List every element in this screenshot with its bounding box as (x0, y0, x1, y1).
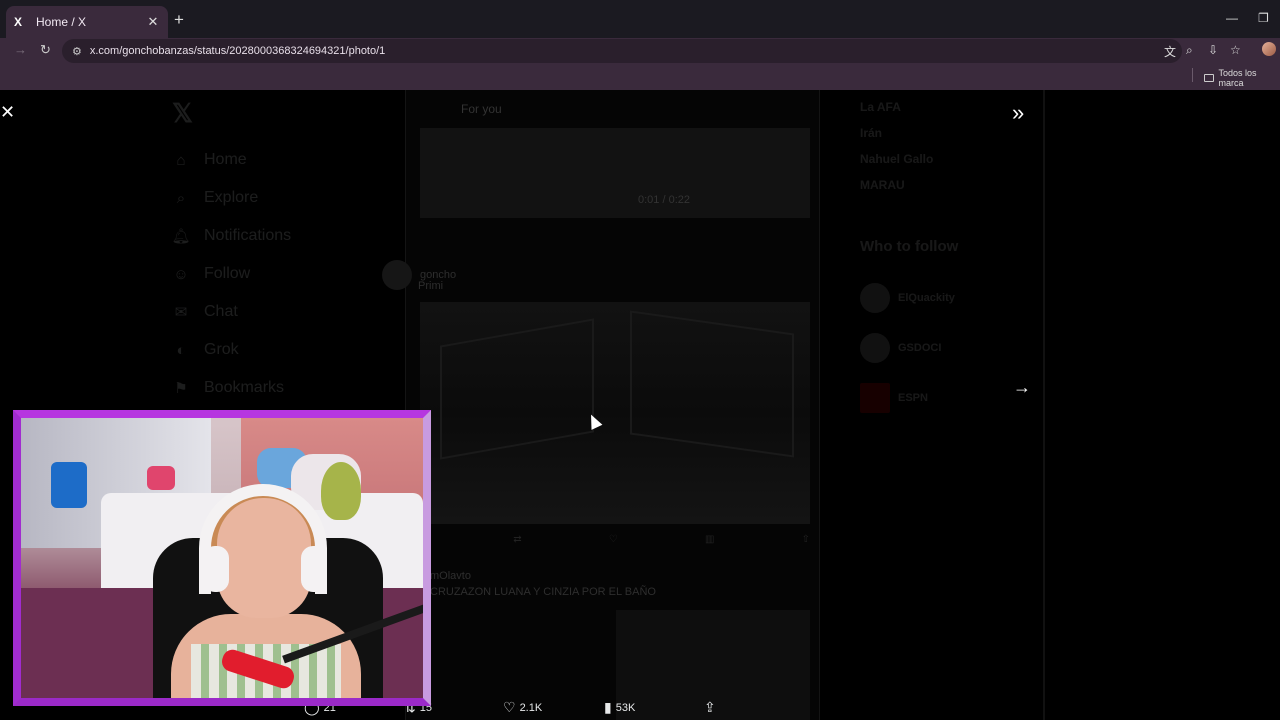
translate-icon[interactable]: 文 (1164, 43, 1176, 60)
folder-icon (1204, 74, 1215, 82)
url-text: x.com/gonchobanzas/status/20280003683246… (89, 45, 386, 57)
heart-icon: ♡ (503, 699, 516, 715)
trend-name: Irán (860, 126, 883, 140)
nav-label: Notifications (204, 227, 292, 244)
like-count: 2.1K (519, 701, 543, 714)
browser-tab-strip: X Home / X ✕ + — ❐ (0, 0, 1280, 38)
avatar[interactable] (382, 260, 412, 290)
repost-icon[interactable]: ⇄ (513, 534, 521, 545)
bar-chart-icon: ▮ (604, 699, 612, 715)
zoom-icon[interactable]: ⌕ (1186, 43, 1193, 58)
bookmarks-bar (0, 64, 1280, 90)
video-player[interactable] (420, 128, 810, 218)
feed-column: For you 0:01 / 0:22 goncho Primi ○ ⇄ ♡ ▥… (382, 90, 820, 720)
bookmarks-separator (1192, 68, 1193, 82)
profile-avatar[interactable] (1262, 42, 1276, 56)
all-bookmarks-folder[interactable]: Todos los marca (1204, 68, 1280, 88)
share-icon[interactable]: ⇧ (802, 534, 810, 545)
address-bar[interactable]: ⚙ x.com/gonchobanzas/status/202800036832… (62, 39, 1182, 63)
tweet-actions-dim: ○ ⇄ ♡ ▥ ⇧ (420, 534, 810, 545)
avatar (860, 333, 890, 363)
nav-grok[interactable]: ◐ Grok (170, 331, 291, 369)
browser-tab[interactable]: X Home / X ✕ (6, 6, 168, 38)
close-viewer-icon[interactable]: ✕ (0, 102, 15, 123)
share-button[interactable]: ⇪ (704, 699, 716, 716)
nav-explore[interactable]: ⌕ Explore (170, 179, 291, 217)
x-favicon-icon: X (14, 15, 23, 29)
nav-label: Grok (204, 341, 239, 358)
who-to-follow-title: Who to follow (860, 238, 959, 255)
nav-label: Chat (204, 303, 238, 320)
suggestion-name: ElQuackity (898, 292, 955, 304)
share-icon: ⇪ (704, 699, 716, 715)
new-tab-icon[interactable]: + (174, 10, 184, 30)
trend-item[interactable]: Nahuel Gallo (860, 152, 1040, 166)
view-count: 53K (615, 701, 636, 714)
minimize-icon[interactable]: — (1226, 11, 1238, 25)
headset-earcup (203, 546, 229, 592)
forward-icon[interactable]: → (14, 42, 27, 57)
trend-item[interactable]: MARAU (860, 178, 1040, 192)
views-icon[interactable]: ▥ (705, 534, 714, 545)
trend-item[interactable]: Irán (860, 126, 1040, 140)
nav-notifications[interactable]: 🔔︎ Notifications (170, 217, 291, 255)
tweet-text: Primi (418, 280, 444, 292)
nav-home[interactable]: ⌂ Home (170, 141, 291, 179)
like-button[interactable]: ♡ 2.1K (503, 699, 542, 716)
headset-earcup (301, 546, 327, 592)
browser-toolbar: → ↻ ⚙ x.com/gonchobanzas/status/20280003… (0, 38, 1280, 64)
video-time: 0:01 / 0:22 (638, 194, 690, 206)
like-icon[interactable]: ♡ (609, 534, 618, 545)
reply-text: CRUZAZON LUANA Y CINZIA POR EL BAÑO (430, 586, 656, 598)
nav-follow[interactable]: ☺ Follow (170, 255, 291, 293)
reply-author[interactable]: mOlavto (430, 570, 471, 582)
suggestion-name: ESPN (898, 392, 928, 404)
x-logo-icon[interactable]: 𝕏 (172, 98, 291, 129)
suggestion-name: GSDOCI (898, 342, 942, 354)
mail-icon: ✉ (174, 304, 188, 321)
install-app-icon[interactable]: ⇩ (1208, 43, 1218, 57)
bell-icon: 🔔︎ (171, 228, 191, 245)
trend-name: MARAU (860, 178, 905, 192)
nav-label: Explore (204, 189, 259, 206)
site-settings-icon[interactable]: ⚙ (72, 45, 82, 58)
trend-name: Nahuel Gallo (860, 152, 934, 166)
expand-panel-icon[interactable]: » (1012, 100, 1024, 126)
nav-label: Home (204, 151, 247, 168)
nav-label: Bookmarks (204, 379, 285, 396)
reload-icon[interactable]: ↻ (40, 42, 51, 58)
follow-suggestion[interactable]: ElQuackity (860, 273, 1040, 323)
tweet-header: goncho (382, 260, 812, 290)
next-photo-icon[interactable]: → (1013, 377, 1031, 398)
home-icon: ⌂ (176, 151, 186, 169)
right-sidebar: La AFA Irán Nahuel Gallo MARAU Who to fo… (860, 100, 1040, 423)
webcam-overlay (13, 410, 431, 706)
avatar (860, 383, 890, 413)
restore-icon[interactable]: ❐ (1258, 11, 1269, 25)
nav-label: Follow (204, 265, 251, 282)
close-tab-icon[interactable]: ✕ (146, 14, 160, 30)
webcam-bag (147, 466, 175, 490)
nav-bookmarks[interactable]: ⚑ Bookmarks (170, 369, 291, 407)
bookmark-star-icon[interactable]: ☆ (1230, 43, 1241, 57)
viewer-divider (1043, 90, 1045, 720)
nav-chat[interactable]: ✉ Chat (170, 293, 291, 331)
tab-for-you[interactable]: For you (461, 102, 502, 116)
person-add-icon: ☺ (173, 265, 189, 283)
x-sidebar-nav: 𝕏 ⌂ Home ⌕ Explore 🔔︎ Notifications ☺ Follow… (170, 98, 291, 407)
bookmark-icon: ⚑ (174, 380, 188, 397)
follow-suggestion[interactable]: GSDOCI (860, 323, 1040, 373)
webcam-plush-toy (321, 462, 361, 520)
grok-icon: ◐ (176, 341, 186, 359)
webcam-bag (51, 462, 87, 508)
search-icon: ⌕ (176, 189, 186, 207)
bookmark-folder-label: Todos los marca (1218, 68, 1257, 88)
tab-title: Home / X (36, 15, 87, 29)
views-button[interactable]: ▮ 53K (604, 699, 635, 716)
avatar (860, 283, 890, 313)
tweet-photo[interactable] (420, 302, 810, 524)
